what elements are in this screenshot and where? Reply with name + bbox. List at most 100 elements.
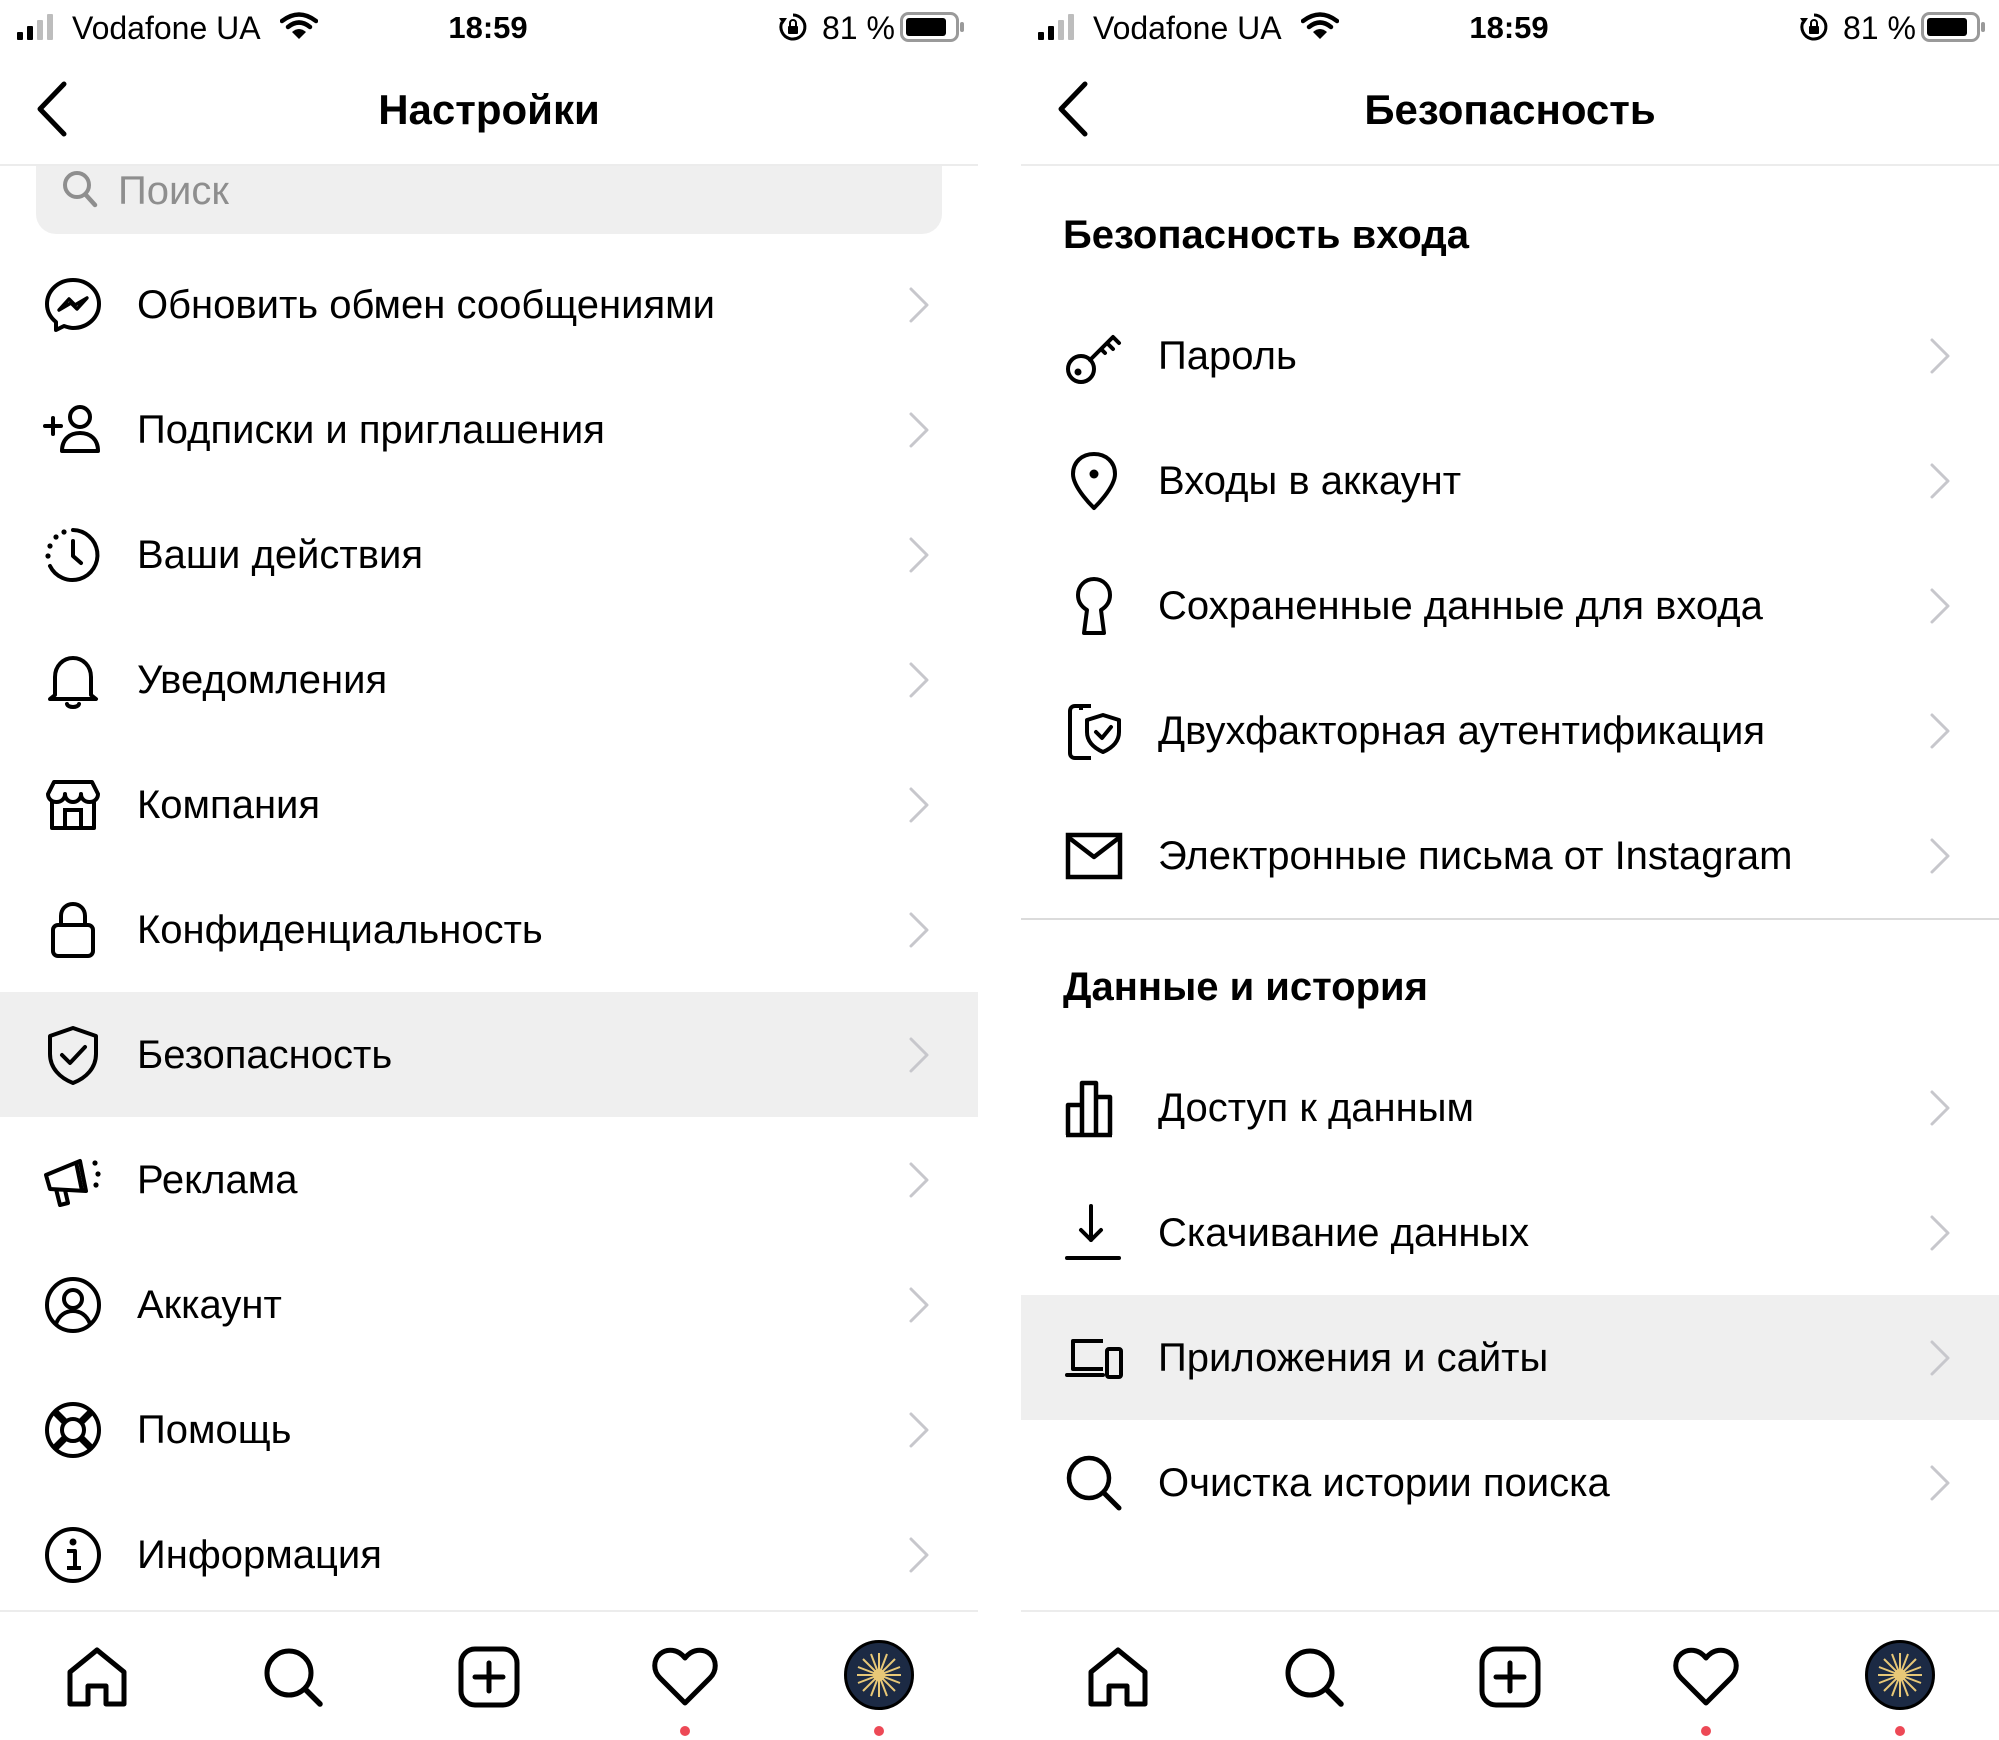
- settings-item-privacy[interactable]: Конфиденциальность: [0, 867, 978, 992]
- settings-item-label: Аккаунт: [137, 1283, 282, 1327]
- cellular-signal-icon: [17, 14, 53, 40]
- chevron-right-icon: [909, 662, 929, 698]
- search-bar[interactable]: [36, 166, 942, 234]
- chevron-right-icon: [909, 412, 929, 448]
- settings-item-label: Ваши действия: [137, 533, 423, 577]
- new-post-tab[interactable]: [1475, 1642, 1545, 1712]
- settings-item-label: Реклама: [137, 1158, 298, 1202]
- lock-icon: [40, 897, 106, 963]
- new-post-tab[interactable]: [454, 1642, 524, 1712]
- sun-emblem-icon: [857, 1653, 901, 1697]
- chevron-right-icon: [909, 1537, 929, 1573]
- security-item-label: Приложения и сайты: [1158, 1336, 1549, 1380]
- profile-avatar[interactable]: [1865, 1640, 1935, 1710]
- settings-item-account[interactable]: Аккаунт: [0, 1242, 978, 1367]
- search-tab[interactable]: [258, 1642, 328, 1712]
- activity-tab[interactable]: [1671, 1642, 1741, 1712]
- chevron-right-icon: [909, 1037, 929, 1073]
- activity-heart-icon: [652, 1647, 718, 1706]
- chevron-right-icon: [909, 537, 929, 573]
- new-post-icon: [1479, 1646, 1541, 1708]
- download-icon: [1061, 1200, 1127, 1266]
- settings-item-help[interactable]: Помощь: [0, 1367, 978, 1492]
- envelope-icon: [1061, 823, 1127, 889]
- chevron-right-icon: [909, 287, 929, 323]
- search-icon: [1061, 1450, 1127, 1516]
- search-tab[interactable]: [1279, 1642, 1349, 1712]
- settings-item-label: Безопасность: [137, 1033, 393, 1077]
- shield-check-icon: [40, 1022, 106, 1088]
- security-item-label: Сохраненные данные для входа: [1158, 584, 1763, 628]
- section-header-login-security: Безопасность входа: [1021, 168, 1999, 293]
- settings-item-your-activity[interactable]: Ваши действия: [0, 492, 978, 617]
- settings-item-business[interactable]: Компания: [0, 742, 978, 867]
- shop-icon: [40, 772, 106, 838]
- page-title: Безопасность: [1364, 86, 1656, 133]
- info-icon: [40, 1522, 106, 1588]
- settings-item-notifications[interactable]: Уведомления: [0, 617, 978, 742]
- security-item-label: Скачивание данных: [1158, 1211, 1530, 1255]
- bottom-tab-bar: [0, 1610, 978, 1740]
- add-person-icon: [40, 397, 106, 463]
- key-icon: [1061, 323, 1127, 389]
- settings-list: Обновить обмен сообщениями Подписки и пр…: [0, 242, 978, 1617]
- bell-icon: [40, 647, 106, 713]
- search-icon: [1285, 1648, 1344, 1707]
- settings-item-messaging[interactable]: Обновить обмен сообщениями: [0, 242, 978, 367]
- chevron-right-icon: [1930, 713, 1950, 749]
- home-tab[interactable]: [62, 1642, 132, 1712]
- settings-screen: Vodafone UA 18:59 81 % Настройки Поиск О…: [0, 0, 978, 1740]
- security-item-emails[interactable]: Электронные письма от Instagram: [1021, 793, 1999, 918]
- settings-item-label: Конфиденциальность: [137, 908, 543, 952]
- security-item-download-data[interactable]: Скачивание данных: [1021, 1170, 1999, 1295]
- chevron-right-icon: [1930, 1090, 1950, 1126]
- chevron-right-icon: [909, 1287, 929, 1323]
- navigation-bar: Настройки: [0, 56, 978, 166]
- security-item-saved-login[interactable]: Сохраненные данные для входа: [1021, 543, 1999, 668]
- settings-item-about[interactable]: Информация: [0, 1492, 978, 1617]
- profile-avatar[interactable]: [844, 1640, 914, 1710]
- new-post-icon: [458, 1646, 520, 1708]
- battery-percentage: 81 %: [822, 10, 895, 46]
- security-item-login-activity[interactable]: Входы в аккаунт: [1021, 418, 1999, 543]
- activity-tab[interactable]: [650, 1642, 720, 1712]
- clock-time: 18:59: [1469, 10, 1549, 45]
- security-item-label: Электронные письма от Instagram: [1158, 834, 1793, 878]
- bottom-tab-bar: [1021, 1610, 1999, 1740]
- settings-item-security[interactable]: Безопасность: [0, 992, 978, 1117]
- security-item-two-factor[interactable]: Двухфакторная аутентификация: [1021, 668, 1999, 793]
- search-input[interactable]: [118, 166, 898, 216]
- security-item-label: Доступ к данным: [1158, 1086, 1474, 1130]
- security-item-password[interactable]: Пароль: [1021, 293, 1999, 418]
- security-screen: Vodafone UA 18:59 81 % Безопасность Безо…: [1021, 0, 1999, 1740]
- security-item-label: Входы в аккаунт: [1158, 459, 1462, 503]
- settings-item-label: Компания: [137, 783, 321, 827]
- settings-item-ads[interactable]: Реклама: [0, 1117, 978, 1242]
- sun-emblem-icon: [1878, 1653, 1922, 1697]
- chevron-right-icon: [1930, 588, 1950, 624]
- devices-icon: [1061, 1325, 1127, 1391]
- location-pin-icon: [1061, 448, 1127, 514]
- megaphone-icon: [40, 1147, 106, 1213]
- section-header-data-history: Данные и история: [1021, 920, 1999, 1045]
- home-tab[interactable]: [1083, 1642, 1153, 1712]
- wifi-icon: [280, 12, 318, 39]
- security-item-access-data[interactable]: Доступ к данным: [1021, 1045, 1999, 1170]
- lifebuoy-icon: [40, 1397, 106, 1463]
- activity-clock-icon: [40, 522, 106, 588]
- settings-item-follow-invite[interactable]: Подписки и приглашения: [0, 367, 978, 492]
- security-item-clear-search-history[interactable]: Очистка истории поиска: [1021, 1420, 1999, 1545]
- notification-dot: [680, 1726, 690, 1736]
- keyhole-icon: [1061, 573, 1127, 639]
- settings-item-label: Информация: [137, 1533, 382, 1577]
- security-item-label: Пароль: [1158, 334, 1297, 378]
- status-bar: Vodafone UA 18:59 81 %: [1021, 0, 1999, 56]
- battery-percentage: 81 %: [1843, 10, 1916, 46]
- messenger-icon: [40, 272, 106, 338]
- security-item-apps-websites[interactable]: Приложения и сайты: [1021, 1295, 1999, 1420]
- carrier-name: Vodafone UA: [72, 10, 261, 46]
- carrier-name: Vodafone UA: [1093, 10, 1282, 46]
- security-item-label: Очистка истории поиска: [1158, 1461, 1610, 1505]
- section-title: Безопасность входа: [1063, 213, 1469, 257]
- settings-item-label: Помощь: [137, 1408, 292, 1452]
